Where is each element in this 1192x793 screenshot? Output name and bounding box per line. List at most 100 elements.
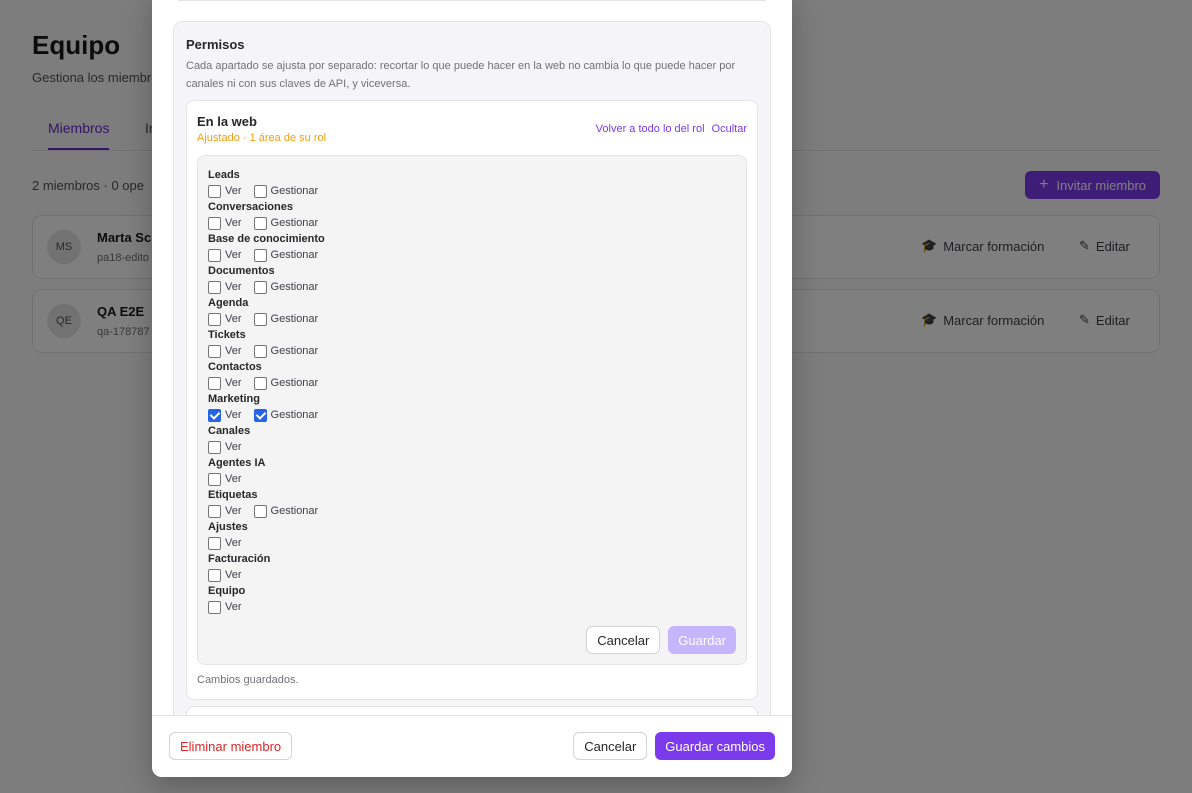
view-checkbox[interactable] xyxy=(208,568,221,582)
permission-area-name: Equipo xyxy=(208,585,246,597)
view-option[interactable]: Ver xyxy=(208,472,242,486)
view-checkbox[interactable] xyxy=(208,280,221,294)
manage-option[interactable]: Gestionar xyxy=(253,344,319,358)
view-option[interactable]: Ver xyxy=(208,216,242,230)
view-option[interactable]: Ver xyxy=(208,600,242,614)
permission-area-name: Facturación xyxy=(208,553,271,565)
permission-area-name: Etiquetas xyxy=(208,489,258,501)
permissions-section: Permisos Cada apartado se ajusta por sep… xyxy=(173,21,771,748)
view-label: Ver xyxy=(225,537,242,549)
view-label: Ver xyxy=(225,505,242,517)
view-checkbox[interactable] xyxy=(208,216,221,230)
view-checkbox[interactable] xyxy=(208,376,221,390)
permission-options: Ver xyxy=(208,567,330,583)
manage-label: Gestionar xyxy=(270,377,319,389)
view-label: Ver xyxy=(225,569,242,581)
view-checkbox[interactable] xyxy=(208,472,221,486)
permission-options: Ver Gestionar xyxy=(208,247,330,263)
permission-area: Contactos Ver Gestionar xyxy=(208,359,330,391)
permission-area: Agenda Ver Gestionar xyxy=(208,295,330,327)
view-option[interactable]: Ver xyxy=(208,568,242,582)
manage-checkbox[interactable] xyxy=(253,408,267,422)
manage-checkbox[interactable] xyxy=(253,504,267,518)
manage-label: Gestionar xyxy=(270,505,319,517)
view-label: Ver xyxy=(225,185,242,197)
permission-options: Ver Gestionar xyxy=(208,407,330,423)
manage-label: Gestionar xyxy=(270,185,319,197)
permission-area-name: Conversaciones xyxy=(208,201,293,213)
view-option[interactable]: Ver xyxy=(208,280,242,294)
manage-option[interactable]: Gestionar xyxy=(253,312,319,326)
permissions-title: Permisos xyxy=(186,37,245,52)
view-checkbox[interactable] xyxy=(208,536,221,550)
permission-area-name: Canales xyxy=(208,425,251,437)
view-option[interactable]: Ver xyxy=(208,408,242,422)
web-actions: Volver a todo lo del rol Ocultar xyxy=(596,123,747,135)
modal-footer: Eliminar miembro Cancelar Guardar cambio… xyxy=(152,715,792,777)
edit-member-modal: Permisos Cada apartado se ajusta por sep… xyxy=(152,0,792,777)
manage-option[interactable]: Gestionar xyxy=(253,376,319,390)
permission-options: Ver xyxy=(208,599,330,615)
view-option[interactable]: Ver xyxy=(208,536,242,550)
permissions-description: Cada apartado se ajusta por separado: re… xyxy=(186,60,736,90)
permission-area-name: Agentes IA xyxy=(208,457,266,469)
view-option[interactable]: Ver xyxy=(208,184,242,198)
view-checkbox[interactable] xyxy=(208,504,221,518)
permission-area-name: Tickets xyxy=(208,329,246,341)
view-option[interactable]: Ver xyxy=(208,312,242,326)
permission-area: Documentos Ver Gestionar xyxy=(208,263,330,295)
save-permissions-button[interactable]: Guardar xyxy=(668,626,736,654)
view-option[interactable]: Ver xyxy=(208,504,242,518)
delete-member-button[interactable]: Eliminar miembro xyxy=(169,732,293,760)
manage-checkbox[interactable] xyxy=(253,376,267,390)
view-label: Ver xyxy=(225,601,242,613)
permission-area: Etiquetas Ver Gestionar xyxy=(208,487,330,519)
manage-checkbox[interactable] xyxy=(253,312,267,326)
manage-label: Gestionar xyxy=(270,345,319,357)
manage-checkbox[interactable] xyxy=(253,280,267,294)
permission-options: Ver Gestionar xyxy=(208,375,330,391)
permission-area: Canales Ver xyxy=(208,423,330,455)
permission-options: Ver Gestionar xyxy=(208,343,330,359)
view-label: Ver xyxy=(225,281,242,293)
save-changes-button[interactable]: Guardar cambios xyxy=(655,732,775,760)
permission-options: Ver Gestionar xyxy=(208,183,330,199)
permission-options: Ver Gestionar xyxy=(208,279,330,295)
manage-option[interactable]: Gestionar xyxy=(253,248,319,262)
view-checkbox[interactable] xyxy=(208,344,221,358)
permission-area-name: Ajustes xyxy=(208,521,248,533)
permission-options: Ver Gestionar xyxy=(208,311,330,327)
view-option[interactable]: Ver xyxy=(208,248,242,262)
manage-option[interactable]: Gestionar xyxy=(253,408,318,422)
manage-option[interactable]: Gestionar xyxy=(253,504,319,518)
manage-option[interactable]: Gestionar xyxy=(253,280,318,294)
manage-option[interactable]: Gestionar xyxy=(253,216,319,230)
manage-checkbox[interactable] xyxy=(253,216,267,230)
reset-to-role-link[interactable]: Volver a todo lo del rol xyxy=(596,123,705,135)
manage-label: Gestionar xyxy=(270,313,319,325)
manage-checkbox[interactable] xyxy=(253,248,267,262)
view-checkbox[interactable] xyxy=(208,440,221,454)
cancel-permissions-button[interactable]: Cancelar xyxy=(586,626,661,654)
view-checkbox[interactable] xyxy=(208,600,221,614)
permission-area-name: Documentos xyxy=(208,265,275,277)
view-checkbox[interactable] xyxy=(208,248,221,262)
manage-checkbox[interactable] xyxy=(253,344,267,358)
view-checkbox[interactable] xyxy=(208,408,221,422)
manage-label: Gestionar xyxy=(270,249,319,261)
view-option[interactable]: Ver xyxy=(208,440,242,454)
view-option[interactable]: Ver xyxy=(208,344,242,358)
hide-link[interactable]: Ocultar xyxy=(712,123,747,135)
view-checkbox[interactable] xyxy=(208,312,221,326)
cancel-button[interactable]: Cancelar xyxy=(573,732,648,760)
view-label: Ver xyxy=(225,313,242,325)
manage-label: Gestionar xyxy=(270,217,319,229)
web-section-title: En la web xyxy=(197,114,257,129)
permission-area: Marketing Ver Gestionar xyxy=(208,391,330,423)
view-checkbox[interactable] xyxy=(208,184,221,198)
view-option[interactable]: Ver xyxy=(208,376,242,390)
view-label: Ver xyxy=(225,473,242,485)
manage-option[interactable]: Gestionar xyxy=(253,184,319,198)
manage-checkbox[interactable] xyxy=(253,184,267,198)
view-label: Ver xyxy=(225,409,242,421)
